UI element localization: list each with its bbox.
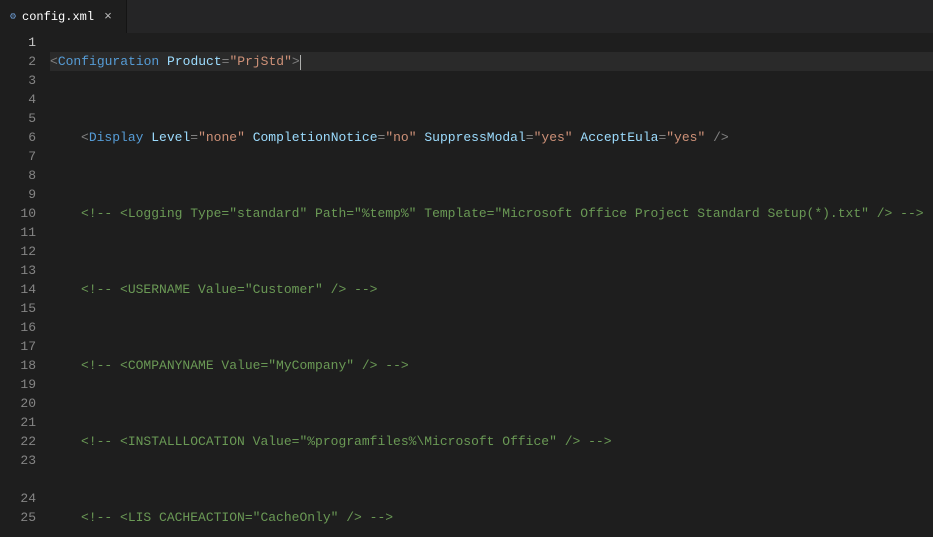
line-number: 18 <box>0 356 36 375</box>
line-number: 13 <box>0 261 36 280</box>
code-line <box>50 166 933 185</box>
line-number: 14 <box>0 280 36 299</box>
line-number: 20 <box>0 394 36 413</box>
line-number: 25 <box>0 508 36 527</box>
line-number: 22 <box>0 432 36 451</box>
line-number-gutter: 1 2 3 4 5 6 7 8 9 10 11 12 13 14 15 16 1… <box>0 33 50 537</box>
line-number: 12 <box>0 242 36 261</box>
code-line: <!-- <INSTALLLOCATION Value="%programfil… <box>50 432 933 451</box>
code-line <box>50 90 933 109</box>
tab-filename: config.xml <box>22 10 94 24</box>
code-line: <Display Level="none" CompletionNotice="… <box>50 128 933 147</box>
line-number: 21 <box>0 413 36 432</box>
line-number: 6 <box>0 128 36 147</box>
text-cursor <box>300 55 301 70</box>
code-line <box>50 318 933 337</box>
line-number: 2 <box>0 52 36 71</box>
file-icon: ⚙ <box>10 11 16 23</box>
line-number: 5 <box>0 109 36 128</box>
line-number: 11 <box>0 223 36 242</box>
code-line: <!-- <Logging Type="standard" Path="%tem… <box>50 204 933 223</box>
line-number: 23 <box>0 451 36 470</box>
code-line: <Configuration Product="PrjStd"> <box>50 52 933 71</box>
line-number <box>0 470 36 489</box>
tab-bar: ⚙ config.xml × <box>0 0 933 33</box>
code-line <box>50 242 933 261</box>
line-number: 8 <box>0 166 36 185</box>
line-number: 19 <box>0 375 36 394</box>
line-number: 24 <box>0 489 36 508</box>
line-number: 3 <box>0 71 36 90</box>
tab-config-xml[interactable]: ⚙ config.xml × <box>0 0 127 33</box>
code-area[interactable]: <Configuration Product="PrjStd"> <Displa… <box>50 33 933 537</box>
line-number: 17 <box>0 337 36 356</box>
line-number: 16 <box>0 318 36 337</box>
line-number: 9 <box>0 185 36 204</box>
line-number: 15 <box>0 299 36 318</box>
close-icon[interactable]: × <box>100 9 116 24</box>
code-line: <!-- <USERNAME Value="Customer" /> --> <box>50 280 933 299</box>
code-line: <!-- <COMPANYNAME Value="MyCompany" /> -… <box>50 356 933 375</box>
code-line <box>50 470 933 489</box>
code-editor[interactable]: 1 2 3 4 5 6 7 8 9 10 11 12 13 14 15 16 1… <box>0 33 933 537</box>
code-line: <!-- <LIS CACHEACTION="CacheOnly" /> --> <box>50 508 933 527</box>
line-number: 4 <box>0 90 36 109</box>
code-line <box>50 394 933 413</box>
line-number: 10 <box>0 204 36 223</box>
line-number: 1 <box>0 33 36 52</box>
line-number: 7 <box>0 147 36 166</box>
